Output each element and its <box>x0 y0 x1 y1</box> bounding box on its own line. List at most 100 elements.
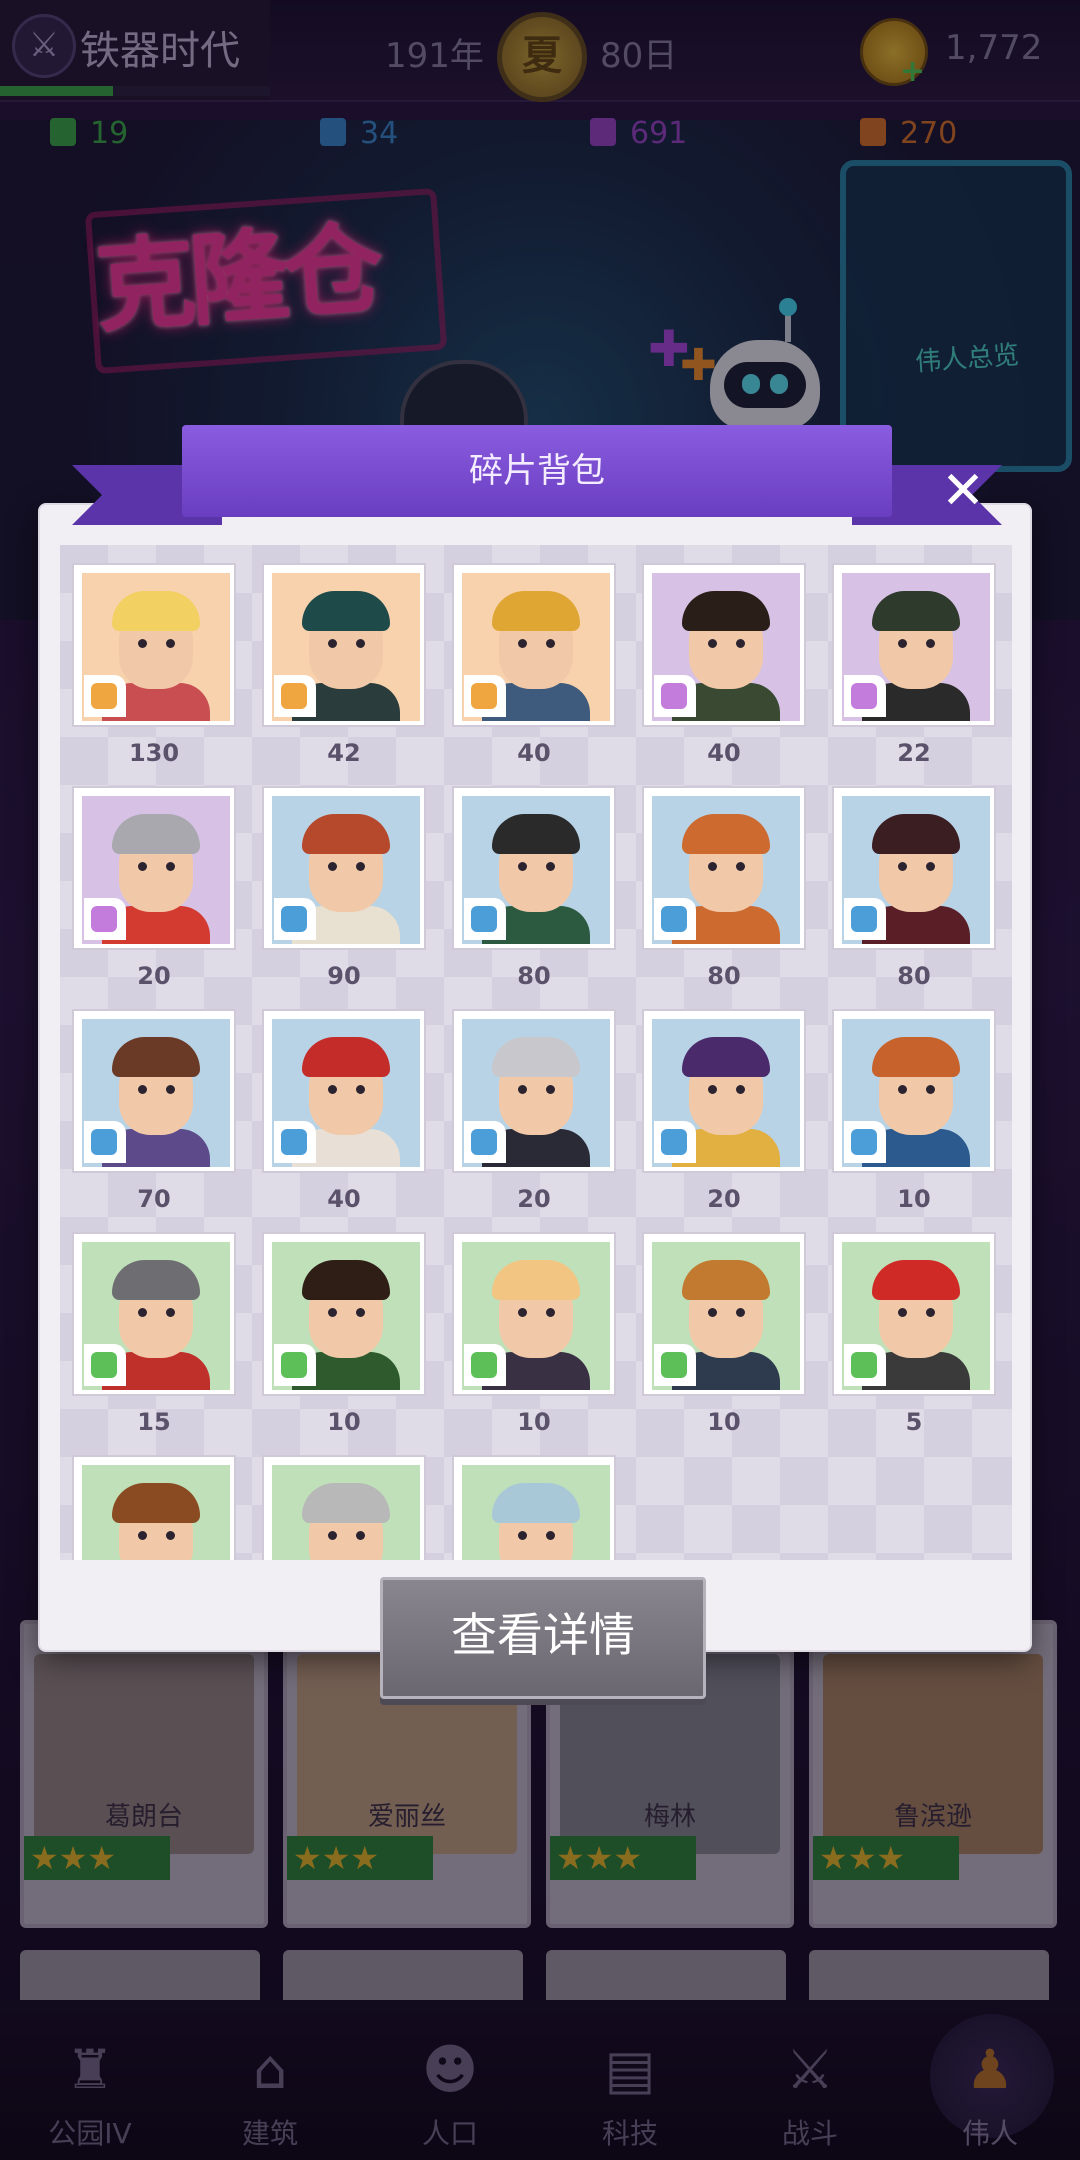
hero-portrait <box>272 796 420 944</box>
fragment-slot[interactable]: 20 <box>452 1009 616 1219</box>
puzzle-piece-icon <box>654 675 696 717</box>
puzzle-piece-icon <box>274 898 316 940</box>
puzzle-piece-icon <box>844 1121 886 1163</box>
portrait-frame <box>262 1009 426 1173</box>
puzzle-piece-icon <box>464 675 506 717</box>
hero-portrait <box>82 573 230 721</box>
hero-portrait <box>82 1242 230 1390</box>
fragment-slot[interactable]: 10 <box>642 1232 806 1442</box>
hero-portrait <box>842 796 990 944</box>
fragment-count: 5 <box>905 1408 923 1436</box>
hero-portrait <box>272 1019 420 1167</box>
fragment-slot[interactable]: 10 <box>832 1009 996 1219</box>
portrait-frame <box>832 786 996 950</box>
fragment-slot[interactable]: 70 <box>72 1009 236 1219</box>
puzzle-piece-icon <box>654 898 696 940</box>
fragment-count: 20 <box>517 1185 551 1213</box>
fragment-slot[interactable]: 80 <box>642 786 806 996</box>
fragment-slot[interactable]: 22 <box>832 563 996 773</box>
portrait-frame <box>72 786 236 950</box>
puzzle-piece-icon <box>84 675 126 717</box>
fragment-count: 10 <box>897 1185 931 1213</box>
hero-portrait <box>462 1465 610 1560</box>
portrait-frame <box>262 563 426 727</box>
hero-portrait <box>82 1019 230 1167</box>
portrait-frame <box>452 563 616 727</box>
fragment-slot[interactable]: 40 <box>262 1009 426 1219</box>
fragment-count: 40 <box>327 1185 361 1213</box>
portrait-frame <box>642 786 806 950</box>
fragment-count: 10 <box>327 1408 361 1436</box>
fragment-slot[interactable]: 5 <box>832 1232 996 1442</box>
fragment-slot[interactable]: 42 <box>262 563 426 773</box>
hero-portrait <box>462 1242 610 1390</box>
fragment-count: 15 <box>137 1408 171 1436</box>
view-details-button[interactable]: 查看详情 <box>380 1577 706 1699</box>
fragment-slot[interactable]: 40 <box>452 563 616 773</box>
portrait-frame <box>262 786 426 950</box>
modal-header-ribbon: 碎片背包 <box>72 425 1002 525</box>
fragment-slot[interactable]: 80 <box>452 786 616 996</box>
portrait-frame <box>262 1455 426 1560</box>
fragment-slot[interactable]: 80 <box>832 786 996 996</box>
portrait-frame <box>72 1455 236 1560</box>
portrait-frame <box>72 1232 236 1396</box>
portrait-frame <box>642 563 806 727</box>
fragment-slot[interactable]: 40 <box>642 563 806 773</box>
fragment-count: 20 <box>137 962 171 990</box>
puzzle-piece-icon <box>464 1344 506 1386</box>
portrait-frame <box>72 1009 236 1173</box>
hero-portrait <box>462 1019 610 1167</box>
portrait-frame <box>832 563 996 727</box>
fragment-grid[interactable]: 130 42 40 40 22 20 90 80 80 80 70 40 20 20 10 15 10 10 10 5 <box>60 545 1012 1560</box>
puzzle-piece-icon <box>654 1121 696 1163</box>
hero-portrait <box>82 1465 230 1560</box>
hero-portrait <box>82 796 230 944</box>
puzzle-piece-icon <box>84 898 126 940</box>
hero-portrait <box>272 1242 420 1390</box>
fragment-slot[interactable] <box>262 1455 426 1560</box>
puzzle-piece-icon <box>274 675 316 717</box>
fragment-count: 130 <box>128 739 180 767</box>
hero-portrait <box>652 796 800 944</box>
fragment-slot[interactable]: 15 <box>72 1232 236 1442</box>
fragment-count: 40 <box>517 739 551 767</box>
hero-portrait <box>462 573 610 721</box>
fragment-count: 80 <box>707 962 741 990</box>
fragment-count: 10 <box>707 1408 741 1436</box>
puzzle-piece-icon <box>844 898 886 940</box>
modal-title: 碎片背包 <box>469 451 605 491</box>
puzzle-piece-icon <box>84 1121 126 1163</box>
hero-portrait <box>842 1019 990 1167</box>
portrait-frame <box>452 1232 616 1396</box>
fragment-slot[interactable]: 130 <box>72 563 236 773</box>
hero-portrait <box>272 1465 420 1560</box>
hero-portrait <box>652 1019 800 1167</box>
fragment-count: 80 <box>517 962 551 990</box>
fragment-count: 90 <box>327 962 361 990</box>
puzzle-piece-icon <box>464 1121 506 1163</box>
fragment-slot[interactable]: 10 <box>262 1232 426 1442</box>
puzzle-piece-icon <box>464 898 506 940</box>
puzzle-piece-icon <box>84 1344 126 1386</box>
hero-portrait <box>842 1242 990 1390</box>
portrait-frame <box>452 1455 616 1560</box>
fragment-slot[interactable]: 20 <box>72 786 236 996</box>
hero-portrait <box>462 796 610 944</box>
portrait-frame <box>642 1232 806 1396</box>
portrait-frame <box>832 1232 996 1396</box>
hero-portrait <box>652 573 800 721</box>
fragment-count: 40 <box>707 739 741 767</box>
fragment-slot[interactable]: 20 <box>642 1009 806 1219</box>
portrait-frame <box>832 1009 996 1173</box>
close-icon[interactable]: ✕ <box>935 463 991 519</box>
fragment-slot[interactable]: 10 <box>452 1232 616 1442</box>
hero-portrait <box>842 573 990 721</box>
puzzle-piece-icon <box>844 675 886 717</box>
portrait-frame <box>642 1009 806 1173</box>
fragment-slot[interactable] <box>452 1455 616 1560</box>
hero-portrait <box>652 1242 800 1390</box>
fragment-slot[interactable]: 90 <box>262 786 426 996</box>
puzzle-piece-icon <box>274 1121 316 1163</box>
fragment-slot[interactable] <box>72 1455 236 1560</box>
